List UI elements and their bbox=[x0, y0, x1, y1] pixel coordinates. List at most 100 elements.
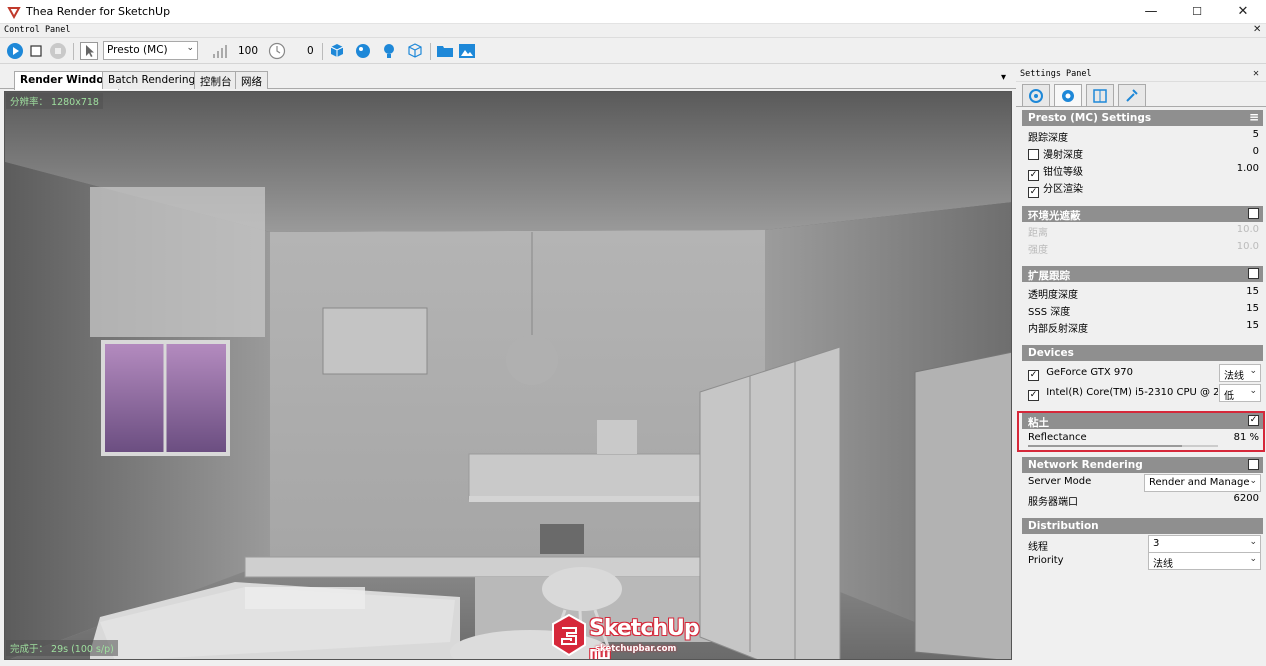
chevron-down-icon: ⌄ bbox=[1249, 537, 1257, 547]
control-panel-close-icon[interactable]: ✕ bbox=[1253, 24, 1261, 35]
cube-icon[interactable] bbox=[328, 42, 346, 60]
render-viewport[interactable]: 分辨率： 1280x718 完成于： 29s (100 s/p) SketchU… bbox=[4, 91, 1012, 660]
internal-reflection-depth-value[interactable]: 15 bbox=[1246, 320, 1259, 331]
diffuse-depth-row[interactable]: 漫射深度 0 bbox=[1022, 144, 1263, 161]
diffuse-depth-label: 漫射深度 bbox=[1043, 150, 1083, 161]
trace-depth-value[interactable]: 5 bbox=[1253, 129, 1259, 140]
server-port-value[interactable]: 6200 bbox=[1234, 493, 1259, 504]
server-port-row[interactable]: 服务器端口 6200 bbox=[1022, 491, 1263, 508]
watermark-url: sketchupbar.com bbox=[595, 644, 677, 654]
ao-distance-label: 距离 bbox=[1028, 228, 1048, 239]
tabs-dropdown-icon[interactable]: ▾ bbox=[1001, 72, 1006, 83]
server-mode-select[interactable]: Render and Manage ⌄ bbox=[1144, 474, 1261, 492]
transparency-depth-row[interactable]: 透明度深度 15 bbox=[1022, 284, 1263, 301]
network-rendering-header[interactable]: Network Rendering bbox=[1022, 457, 1263, 473]
title-bar: Thea Render for SketchUp — ☐ ✕ bbox=[0, 0, 1266, 24]
ao-intensity-row: 强度 10.0 bbox=[1022, 239, 1263, 256]
device-cpu-row[interactable]: ✓ Intel(R) Core(TM) i5-2310 CPU @ 2.... bbox=[1022, 385, 1218, 402]
ambient-occlusion-checkbox[interactable] bbox=[1248, 208, 1259, 219]
settings-panel-title: Settings Panel bbox=[1020, 69, 1092, 79]
device-gpu-priority-value: 法线 bbox=[1224, 371, 1244, 382]
devices-title: Devices bbox=[1028, 347, 1074, 359]
rendered-bedroom-image bbox=[5, 92, 1011, 659]
device-gpu-priority-select[interactable]: 法线 ⌄ bbox=[1219, 364, 1261, 382]
devices-header[interactable]: Devices bbox=[1022, 345, 1263, 361]
clamp-level-label: 钳位等级 bbox=[1043, 167, 1083, 178]
ambient-occlusion-header[interactable]: 环境光遮蔽 bbox=[1022, 206, 1263, 222]
region-render-checkbox[interactable]: ✓ bbox=[1028, 187, 1039, 198]
clamp-level-value[interactable]: 1.00 bbox=[1237, 163, 1259, 174]
network-rendering-checkbox[interactable] bbox=[1248, 459, 1259, 470]
chevron-down-icon: ⌄ bbox=[186, 43, 194, 53]
transparency-depth-label: 透明度深度 bbox=[1028, 290, 1078, 301]
device-gpu-label: GeForce GTX 970 bbox=[1046, 367, 1133, 378]
pause-icon[interactable] bbox=[49, 42, 67, 60]
render-mode-value: Presto (MC) bbox=[107, 44, 168, 56]
tab-console[interactable]: 控制台 bbox=[194, 71, 238, 89]
trace-depth-label: 跟踪深度 bbox=[1028, 133, 1068, 144]
internal-reflection-depth-row[interactable]: 内部反射深度 15 bbox=[1022, 318, 1263, 335]
chevron-down-icon: ⌄ bbox=[1249, 554, 1257, 564]
minimize-button[interactable]: — bbox=[1128, 0, 1174, 24]
tab-network[interactable]: 网络 bbox=[235, 71, 268, 89]
device-gpu-row[interactable]: ✓ GeForce GTX 970 bbox=[1022, 365, 1212, 382]
toolbar-separator bbox=[73, 43, 74, 60]
device-gpu-checkbox[interactable]: ✓ bbox=[1028, 370, 1039, 381]
distribution-header[interactable]: Distribution bbox=[1022, 518, 1263, 534]
sss-depth-row[interactable]: SSS 深度 15 bbox=[1022, 301, 1263, 318]
tab-scene-settings[interactable] bbox=[1022, 84, 1050, 106]
extended-tracing-header[interactable]: 扩展跟踪 bbox=[1022, 266, 1263, 282]
wrench-icon bbox=[1126, 89, 1138, 102]
transparency-depth-value[interactable]: 15 bbox=[1246, 286, 1259, 297]
film-icon bbox=[1093, 89, 1107, 103]
time-value: 0 bbox=[307, 45, 314, 57]
cube-outline-icon[interactable] bbox=[406, 42, 424, 60]
select-cursor-icon[interactable] bbox=[80, 42, 98, 60]
light-bulb-icon[interactable] bbox=[380, 42, 398, 60]
diffuse-depth-value[interactable]: 0 bbox=[1253, 146, 1259, 157]
clay-highlight-box bbox=[1017, 411, 1265, 452]
sss-depth-value[interactable]: 15 bbox=[1246, 303, 1259, 314]
device-cpu-checkbox[interactable]: ✓ bbox=[1028, 390, 1039, 401]
tab-channels[interactable] bbox=[1086, 84, 1114, 106]
trace-depth-row[interactable]: 跟踪深度 5 bbox=[1022, 127, 1263, 144]
settings-tabs bbox=[1016, 83, 1266, 107]
clamp-level-row[interactable]: ✓ 钳位等级 1.00 bbox=[1022, 161, 1263, 181]
tab-batch-rendering[interactable]: Batch Rendering bbox=[102, 71, 202, 89]
ao-intensity-value: 10.0 bbox=[1236, 241, 1259, 252]
tab-render-settings[interactable] bbox=[1054, 84, 1082, 106]
resolution-label: 分辨率： 1280x718 bbox=[6, 93, 103, 109]
play-icon[interactable] bbox=[6, 42, 24, 60]
close-window-button[interactable]: ✕ bbox=[1220, 0, 1266, 24]
server-mode-row: Server Mode bbox=[1022, 474, 1142, 491]
refresh-icon bbox=[1029, 89, 1043, 103]
sketchupbar-logo-icon bbox=[552, 614, 586, 656]
gear-icon bbox=[1062, 90, 1074, 102]
priority-label: Priority bbox=[1028, 555, 1064, 566]
toolbar-separator bbox=[430, 43, 431, 60]
threads-select[interactable]: 3 ⌄ bbox=[1148, 535, 1261, 553]
settings-panel-close-icon[interactable]: ✕ bbox=[1253, 68, 1259, 79]
save-image-icon[interactable] bbox=[458, 42, 476, 60]
extended-tracing-checkbox[interactable] bbox=[1248, 268, 1259, 279]
chevron-down-icon: ⌄ bbox=[1249, 476, 1257, 486]
render-mode-select[interactable]: Presto (MC) ⌄ bbox=[103, 41, 198, 60]
samples-value: 100 bbox=[238, 45, 259, 57]
priority-select[interactable]: 法线 ⌄ bbox=[1148, 552, 1261, 570]
tab-tools[interactable] bbox=[1118, 84, 1146, 106]
device-cpu-label: Intel(R) Core(TM) i5-2310 CPU @ 2.... bbox=[1046, 387, 1218, 398]
region-render-row[interactable]: ✓ 分区渲染 bbox=[1022, 178, 1263, 198]
device-cpu-priority-select[interactable]: 低 ⌄ bbox=[1219, 384, 1261, 402]
presto-settings-header[interactable]: Presto (MC) Settings ≡ bbox=[1022, 110, 1263, 126]
samples-bars-icon bbox=[213, 45, 227, 58]
threads-row: 线程 bbox=[1022, 536, 1142, 553]
stop-icon[interactable] bbox=[27, 42, 45, 60]
menu-icon[interactable]: ≡ bbox=[1249, 110, 1259, 124]
extended-tracing-title: 扩展跟踪 bbox=[1028, 270, 1070, 282]
network-rendering-title: Network Rendering bbox=[1028, 459, 1143, 471]
diffuse-depth-checkbox[interactable] bbox=[1028, 149, 1039, 160]
maximize-button[interactable]: ☐ bbox=[1174, 0, 1220, 24]
window-title: Thea Render for SketchUp bbox=[26, 5, 171, 18]
folder-icon[interactable] bbox=[436, 42, 454, 60]
material-sphere-icon[interactable] bbox=[354, 42, 372, 60]
